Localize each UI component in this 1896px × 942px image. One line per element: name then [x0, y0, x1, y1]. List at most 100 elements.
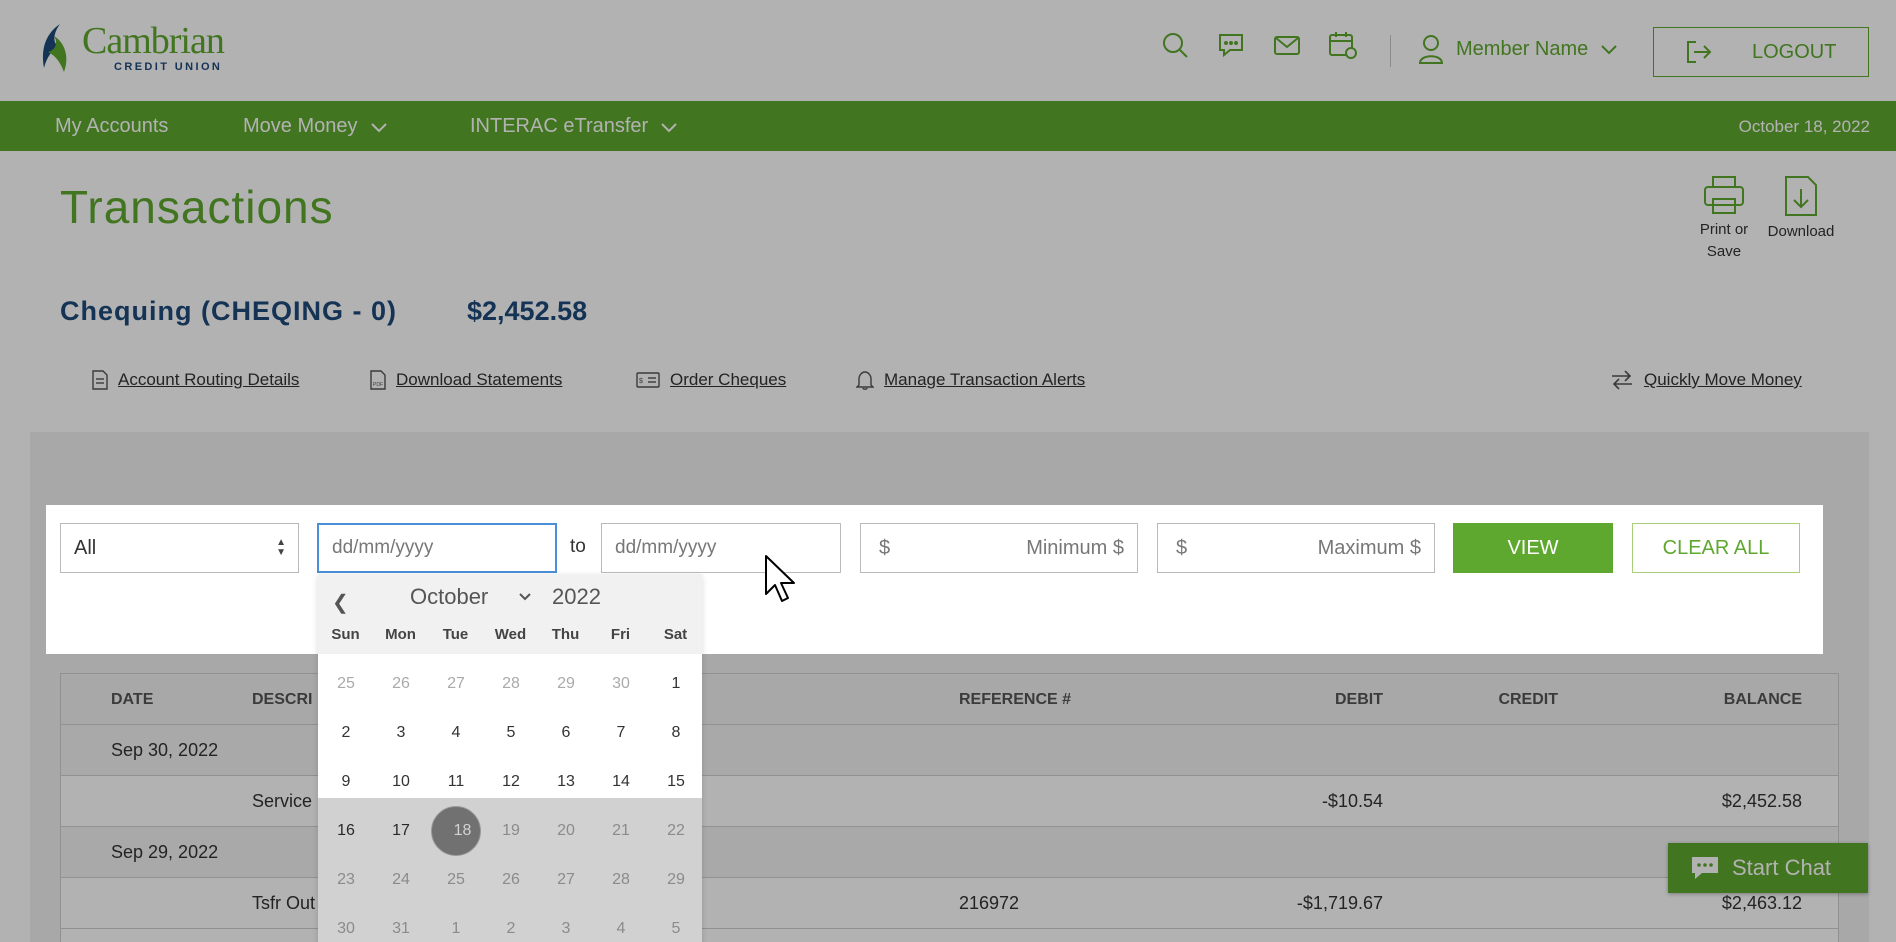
calendar-day[interactable]: 29 — [541, 659, 591, 709]
chat-bubble-icon — [1692, 857, 1718, 879]
currency-symbol: $ — [1176, 536, 1188, 559]
pdf-icon: PDF — [370, 370, 386, 390]
row-description: Service — [252, 791, 313, 811]
nav-my-accounts[interactable]: My Accounts — [55, 115, 168, 138]
col-reference[interactable]: REFERENCE # — [959, 691, 1071, 709]
printer-icon — [1704, 176, 1744, 214]
user-icon — [1418, 35, 1444, 64]
nav-label: Move Money — [243, 115, 358, 137]
download-icon — [1785, 176, 1817, 216]
nav-move-money[interactable]: Move Money — [243, 115, 388, 138]
year-value[interactable]: 2022 — [552, 584, 601, 610]
header-icons — [1160, 30, 1358, 60]
calendar-day[interactable]: 28 — [486, 659, 536, 709]
download-button[interactable]: Download — [1766, 175, 1836, 243]
logo[interactable]: Cambrian CREDIT UNION — [30, 20, 225, 74]
transfer-icon — [1612, 370, 1632, 390]
day-of-week: Mon — [385, 626, 416, 643]
col-credit[interactable]: CREDIT — [1498, 691, 1558, 709]
logout-button[interactable]: LOGOUT — [1653, 27, 1869, 77]
nav-interac-etransfer[interactable]: INTERAC eTransfer — [470, 115, 678, 138]
page: Cambrian CREDIT UNION Member Name LOGOUT… — [0, 0, 1896, 942]
currency-symbol: $ — [879, 536, 891, 559]
select-value: All — [74, 536, 97, 559]
search-icon[interactable] — [1160, 30, 1190, 60]
calendar-day[interactable]: 2 — [321, 708, 371, 758]
to-date-placeholder: dd/mm/yyyy — [615, 537, 717, 558]
transaction-alerts-link[interactable]: Manage Transaction Alerts — [856, 370, 1085, 390]
maximum-amount-input[interactable]: $ Maximum $ — [1157, 523, 1435, 573]
quickly-move-money-link[interactable]: Quickly Move Money — [1610, 370, 1802, 390]
chat-icon[interactable] — [1216, 30, 1246, 60]
row-balance: $2,463.12 — [1721, 893, 1802, 913]
maximum-placeholder: Maximum $ — [1317, 536, 1421, 559]
day-of-week: Fri — [610, 626, 631, 643]
chevron-down-icon — [661, 122, 677, 132]
calendar-day[interactable]: 25 — [321, 659, 371, 709]
calendar-day[interactable]: 7 — [596, 708, 646, 758]
svg-text:PDF: PDF — [373, 382, 383, 388]
chevron-down-icon — [370, 122, 387, 132]
nav-label: My Accounts — [55, 115, 169, 137]
date-picker-disabled-shade — [318, 798, 702, 942]
order-cheques-link[interactable]: $ Order Cheques — [636, 370, 786, 390]
calendar-icon[interactable] — [1328, 30, 1358, 60]
account-name: Chequing (CHEQING - 0) — [60, 296, 397, 326]
header-separator — [1390, 35, 1391, 67]
col-date[interactable]: DATE — [111, 691, 153, 709]
mail-icon[interactable] — [1272, 30, 1302, 60]
bell-icon — [856, 371, 874, 390]
current-date: October 18, 2022 — [1738, 117, 1870, 136]
col-balance[interactable]: BALANCE — [1724, 691, 1802, 709]
month-value: October — [410, 584, 489, 609]
calendar-day[interactable]: 3 — [376, 708, 426, 758]
row-debit: -$10.54 — [1321, 791, 1383, 811]
calendar-day[interactable]: 8 — [651, 708, 701, 758]
select-arrows-icon: ▲ ▼ — [276, 537, 286, 558]
calendar-day[interactable]: 27 — [431, 659, 481, 709]
cheque-icon: $ — [636, 372, 660, 388]
link-label: Quickly Move Money — [1644, 370, 1802, 389]
site-header: Cambrian CREDIT UNION Member Name LOGOUT — [0, 0, 1896, 101]
page-title: Transactions — [60, 181, 334, 233]
logo-name: Cambrian — [82, 20, 225, 62]
download-statements-link[interactable]: PDF Download Statements — [370, 370, 562, 390]
print-button[interactable]: Print or Save — [1696, 175, 1752, 263]
calendar-day[interactable]: 30 — [596, 659, 646, 709]
start-chat-button[interactable]: Start Chat — [1668, 843, 1868, 893]
group-date: Sep 29, 2022 — [111, 842, 219, 862]
account-routing-link[interactable]: Account Routing Details — [92, 370, 299, 390]
to-label: to — [570, 536, 586, 557]
date-picker-header: ❮ October 2022 Sun Mon Tue Wed Thu Fri S… — [318, 574, 702, 654]
to-date-input[interactable]: dd/mm/yyyy — [601, 523, 841, 573]
col-description[interactable]: DESCRI — [252, 691, 312, 709]
row-description: Tsfr Out — [252, 893, 316, 913]
chat-label: Start Chat — [1732, 855, 1832, 880]
chevron-down-icon — [1601, 45, 1617, 55]
clear-all-button[interactable]: CLEAR ALL — [1632, 523, 1800, 573]
mouse-cursor-icon — [765, 555, 795, 602]
month-select[interactable]: October — [410, 584, 532, 610]
link-label: Order Cheques — [670, 370, 787, 389]
calendar-day[interactable]: 26 — [376, 659, 426, 709]
row-balance: $2,452.58 — [1721, 791, 1802, 811]
view-button[interactable]: VIEW — [1453, 523, 1613, 573]
logo-mark-icon — [42, 24, 67, 72]
minimum-amount-input[interactable]: $ Minimum $ — [860, 523, 1138, 573]
col-debit[interactable]: DEBIT — [1335, 691, 1383, 709]
previous-month-icon[interactable]: ❮ — [332, 590, 349, 615]
logout-label: LOGOUT — [1752, 40, 1837, 63]
group-date: Sep 30, 2022 — [111, 740, 219, 760]
nav-label: INTERAC eTransfer — [470, 115, 649, 137]
calendar-day[interactable]: 1 — [651, 659, 701, 709]
from-date-placeholder: dd/mm/yyyy — [332, 537, 434, 558]
logo-subtitle: CREDIT UNION — [114, 61, 223, 73]
calendar-day[interactable]: 4 — [431, 708, 481, 758]
account-balance: $2,452.58 — [467, 296, 588, 326]
transaction-type-select[interactable]: All ▲ ▼ — [60, 523, 299, 573]
day-of-week: Wed — [494, 626, 527, 643]
member-menu[interactable]: Member Name — [1418, 34, 1618, 64]
calendar-day[interactable]: 6 — [541, 708, 591, 758]
from-date-input[interactable]: dd/mm/yyyy — [317, 523, 557, 573]
calendar-day[interactable]: 5 — [486, 708, 536, 758]
